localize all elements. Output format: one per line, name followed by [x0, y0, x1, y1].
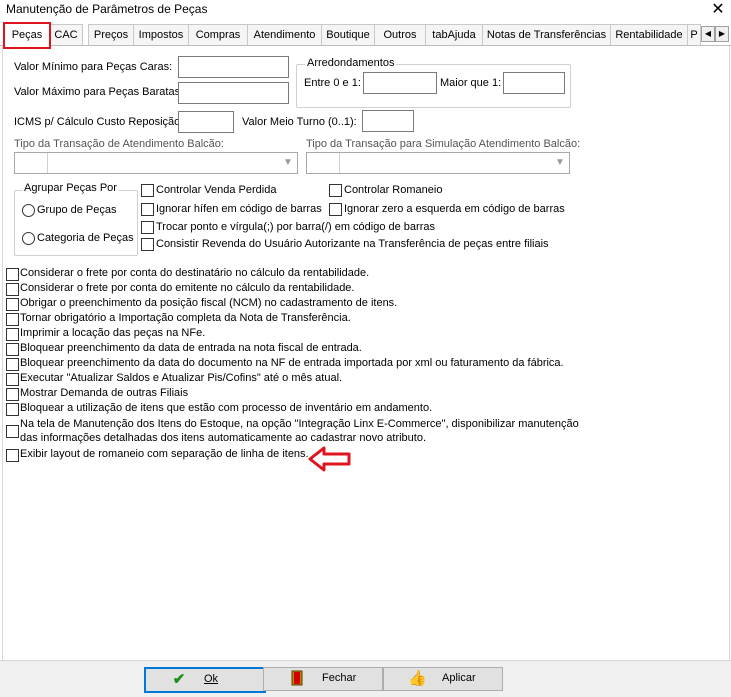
tab-compras[interactable]: Compras	[188, 24, 248, 45]
valor-minimo-label: Valor Mínimo para Peças Caras:	[14, 61, 173, 73]
tab-boutique[interactable]: Boutique	[321, 24, 375, 45]
arredondamentos-legend: Arredondamentos	[305, 57, 397, 69]
tab-atendimento[interactable]: Atendimento	[247, 24, 322, 45]
checkbox-bloquear-data-documento-label[interactable]: Bloquear preenchimento da data do docume…	[20, 357, 564, 369]
tab-scroll-right-icon[interactable]: ▶	[715, 26, 729, 42]
tab-strip: Peças CAC Preços Impostos Compras Atendi…	[0, 22, 731, 49]
balcao-combo-label: Tipo da Transação de Atendimento Balcão:	[14, 138, 224, 150]
tab-precos[interactable]: Preços	[88, 24, 134, 45]
tab-impostos[interactable]: Impostos	[133, 24, 189, 45]
checkbox-bloquear-data-entrada[interactable]	[6, 343, 19, 356]
close-icon[interactable]: ✕	[706, 0, 730, 20]
checkbox-atualizar-saldos-label[interactable]: Executar "Atualizar Saldos e Atualizar P…	[20, 372, 342, 384]
valor-maximo-input[interactable]	[178, 82, 289, 104]
checkbox-bloquear-inventario[interactable]	[6, 403, 19, 416]
valor-maximo-label: Valor Máximo para Peças Baratas:	[14, 86, 184, 98]
aplicar-button-label: Aplicar	[442, 672, 476, 684]
checkbox-romaneio[interactable]	[329, 184, 342, 197]
agrupar-group	[14, 190, 138, 256]
simulacao-combo-label: Tipo da Transação para Simulação Atendim…	[306, 138, 581, 150]
maior-label: Maior que 1:	[440, 77, 502, 89]
checkbox-frete-destinatario[interactable]	[6, 268, 19, 281]
tab-overflow[interactable]: P	[687, 24, 701, 45]
tab-pecas[interactable]: Peças	[3, 22, 51, 49]
checkbox-ignorar-zero[interactable]	[329, 203, 342, 216]
tab-rentabilidade[interactable]: Rentabilidade	[610, 24, 688, 45]
checkbox-imprimir-locacao[interactable]	[6, 328, 19, 341]
tab-scroll-left-icon[interactable]: ◀	[701, 26, 715, 42]
checkbox-ignorar-hifen-label[interactable]: Ignorar hífen em código de barras	[156, 203, 322, 215]
thumbs-up-icon: 👍	[408, 670, 427, 687]
checkbox-ignorar-hifen[interactable]	[141, 203, 154, 216]
ok-button-label: Ok	[204, 673, 219, 685]
entre-0-1-input[interactable]	[363, 72, 437, 94]
checkbox-integracao-ecommerce[interactable]	[6, 425, 19, 438]
radio-categoria-pecas-label[interactable]: Categoria de Peças	[37, 232, 134, 244]
valor-minimo-input[interactable]	[178, 56, 289, 78]
checkbox-obrigar-ncm[interactable]	[6, 298, 19, 311]
aplicar-button[interactable]: 👍 Aplicar	[383, 667, 503, 691]
ok-button[interactable]: ✔ Ok	[144, 667, 266, 693]
combo-separator	[47, 153, 48, 173]
checkbox-obrigar-ncm-label[interactable]: Obrigar o preenchimento da posição fisca…	[20, 297, 397, 309]
checkbox-frete-emitente[interactable]	[6, 283, 19, 296]
checkbox-importacao-completa[interactable]	[6, 313, 19, 326]
meio-turno-input[interactable]	[362, 110, 414, 132]
checkbox-layout-romaneio-label[interactable]: Exibir layout de romaneio com separação …	[20, 448, 309, 460]
radio-grupo-pecas-label[interactable]: Grupo de Peças	[37, 204, 117, 216]
combo-separator	[339, 153, 340, 173]
checkbox-bloquear-data-documento[interactable]	[6, 358, 19, 371]
checkbox-imprimir-locacao-label[interactable]: Imprimir a locação das peças na NFe.	[20, 327, 205, 339]
checkbox-ignorar-zero-label[interactable]: Ignorar zero a esquerda em código de bar…	[344, 203, 565, 215]
simulacao-transacao-select[interactable]: ▼	[306, 152, 570, 174]
maior-que-1-input[interactable]	[503, 72, 565, 94]
checkbox-trocar-ponto-virgula[interactable]	[141, 221, 154, 234]
checkbox-trocar-ponto-virgula-label[interactable]: Trocar ponto e vírgula(;) por barra(/) e…	[156, 221, 435, 233]
chevron-down-icon[interactable]: ▼	[553, 156, 567, 170]
chevron-down-icon[interactable]: ▼	[281, 156, 295, 170]
button-bar: ✔ Ok Fechar 👍 Aplicar	[0, 660, 731, 697]
checkbox-bloquear-data-entrada-label[interactable]: Bloquear preenchimento da data de entrad…	[20, 342, 362, 354]
radio-categoria-pecas[interactable]	[22, 232, 35, 245]
checkbox-layout-romaneio[interactable]	[6, 449, 19, 462]
checkbox-consistir-revenda[interactable]	[141, 238, 154, 251]
window-title: Manutenção de Parâmetros de Peças	[6, 2, 208, 16]
tab-outros[interactable]: Outros	[374, 24, 426, 45]
door-exit-icon	[288, 670, 306, 688]
checkbox-mostrar-demanda-label[interactable]: Mostrar Demanda de outras Filiais	[20, 387, 188, 399]
checkbox-mostrar-demanda[interactable]	[6, 388, 19, 401]
checkbox-integracao-ecommerce-line2[interactable]: das informações detalhadas dos itens aut…	[20, 432, 426, 444]
icms-label: ICMS p/ Cálculo Custo Reposição:	[14, 116, 184, 128]
checkbox-importacao-completa-label[interactable]: Tornar obrigatório a Importação completa…	[20, 312, 351, 324]
checkbox-frete-destinatario-label[interactable]: Considerar o frete por conta do destinat…	[20, 267, 369, 279]
fechar-button-label: Fechar	[322, 672, 357, 684]
entre-label: Entre 0 e 1:	[304, 77, 361, 89]
checkbox-integracao-ecommerce-line1[interactable]: Na tela de Manutenção dos Itens do Estoq…	[20, 418, 579, 430]
tab-tabajuda[interactable]: tabAjuda	[425, 24, 483, 45]
tab-notas-transferencias[interactable]: Notas de Transferências	[482, 24, 611, 45]
checkbox-frete-emitente-label[interactable]: Considerar o frete por conta do emitente…	[20, 282, 355, 294]
agrupar-legend: Agrupar Peças Por	[22, 182, 119, 194]
check-icon: ✔	[172, 671, 186, 688]
checkbox-venda-perdida[interactable]	[141, 184, 154, 197]
checkbox-consistir-revenda-label[interactable]: Consistir Revenda do Usuário Autorizante…	[156, 238, 549, 250]
tab-cac[interactable]: CAC	[49, 24, 83, 45]
meio-turno-label: Valor Meio Turno (0..1):	[242, 116, 357, 128]
checkbox-atualizar-saldos[interactable]	[6, 373, 19, 386]
radio-grupo-pecas[interactable]	[22, 204, 35, 217]
checkbox-venda-perdida-label[interactable]: Controlar Venda Perdida	[156, 184, 276, 196]
icms-input[interactable]	[178, 111, 234, 133]
balcao-transacao-select[interactable]: ▼	[14, 152, 298, 174]
checkbox-bloquear-inventario-label[interactable]: Bloquear a utilização de itens que estão…	[20, 402, 432, 414]
checkbox-romaneio-label[interactable]: Controlar Romaneio	[344, 184, 442, 196]
annotation-arrow-icon	[308, 446, 351, 472]
fechar-button[interactable]: Fechar	[263, 667, 383, 691]
